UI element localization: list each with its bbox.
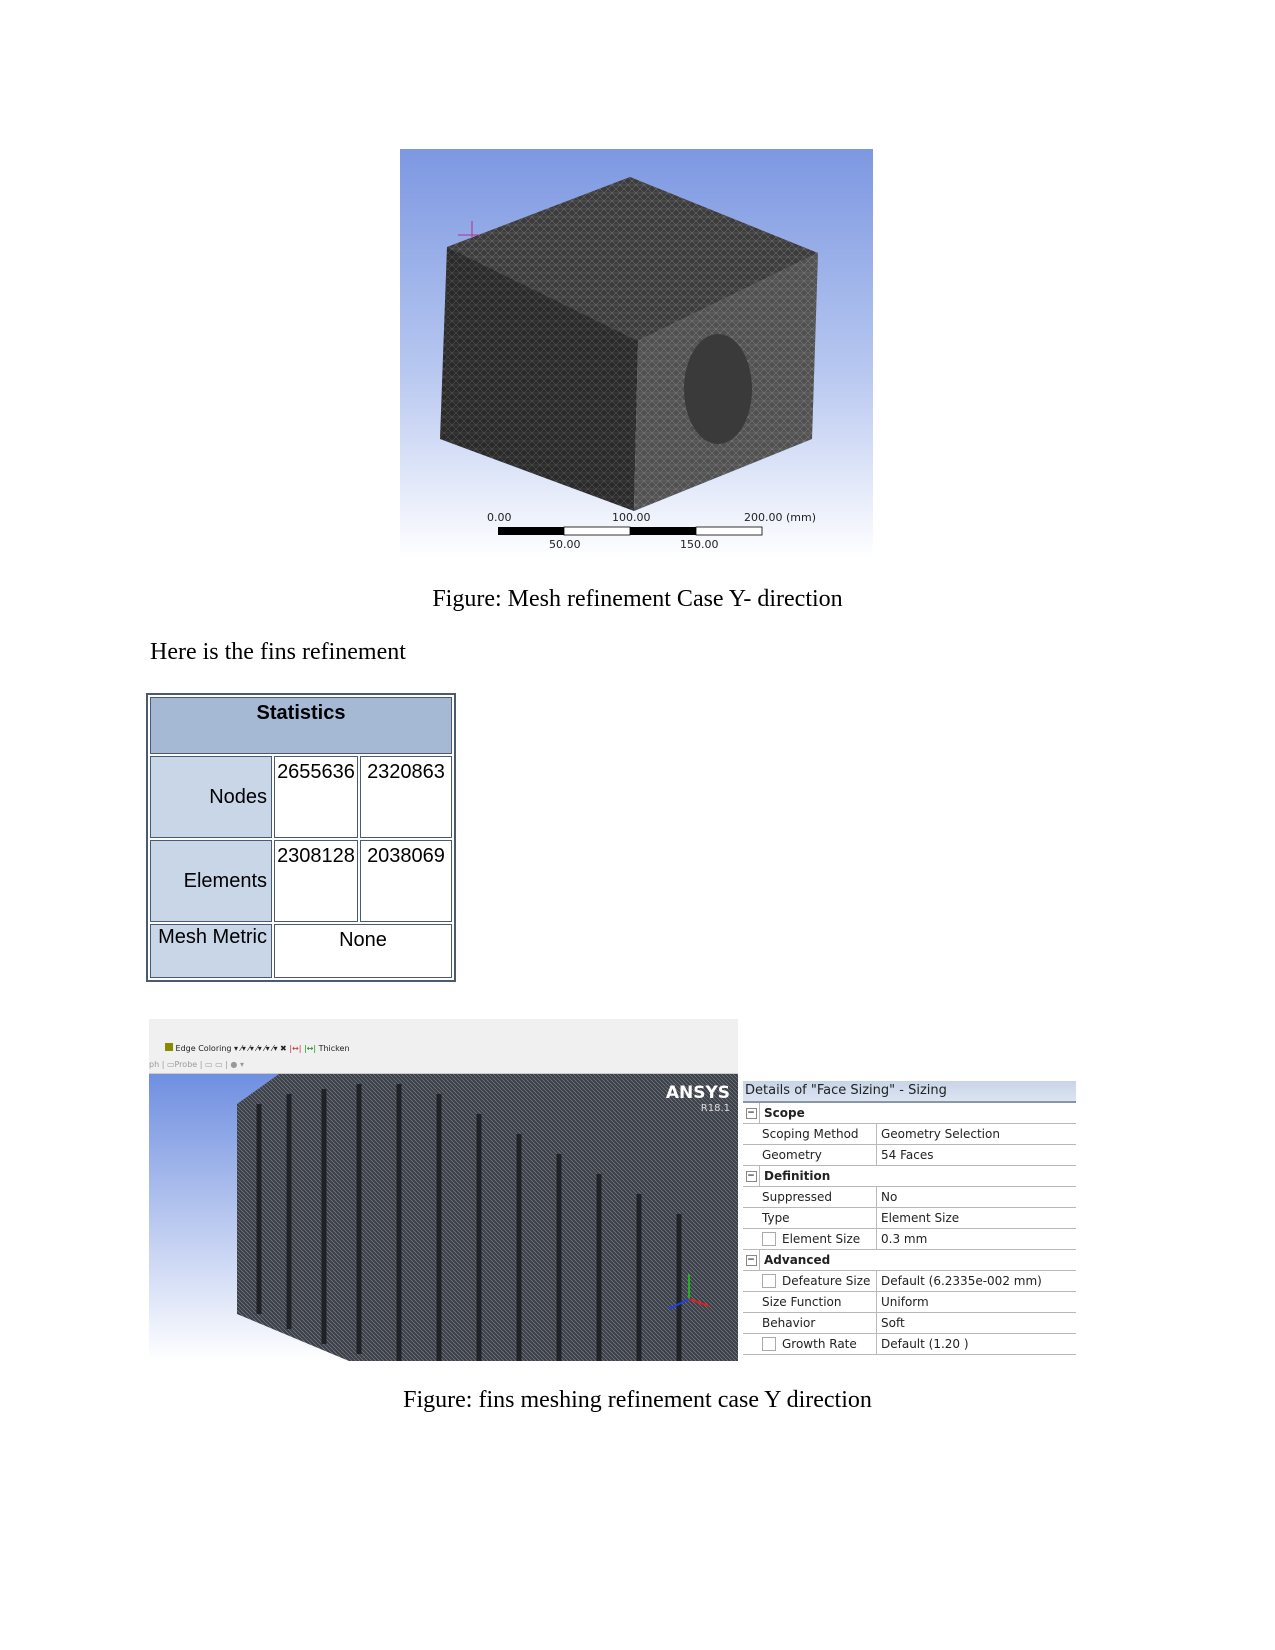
cell-value: None: [274, 924, 452, 978]
fins-mesh-image: [149, 1074, 738, 1361]
cell-value: 2038069: [360, 840, 452, 922]
scale-label: 150.00: [680, 538, 719, 551]
detail-row[interactable]: Size Function Uniform: [743, 1292, 1076, 1313]
cell-value: 2308128: [274, 840, 358, 922]
scale-label: 0.00: [487, 511, 512, 524]
statistics-header: Statistics: [150, 697, 452, 754]
fins-mesh-figure: Edge Coloring ▾ ⁄▾ ⁄▾ ⁄▾ ⁄▾ ⁄▾ ✖ |↔| |↔|…: [149, 1019, 738, 1361]
section-label: Scope: [764, 1106, 805, 1120]
detail-value[interactable]: Soft: [877, 1313, 905, 1333]
detail-row[interactable]: Type Element Size: [743, 1208, 1076, 1229]
detail-value[interactable]: 0.3 mm: [877, 1229, 927, 1249]
figure-caption: Figure: fins meshing refinement case Y d…: [403, 1387, 872, 1413]
detail-row[interactable]: Element Size 0.3 mm: [743, 1229, 1076, 1250]
collapse-icon[interactable]: −: [745, 1107, 757, 1119]
document-page: 0.00 100.00 200.00 (mm) 50.00 150.00 Fig…: [0, 0, 1275, 1650]
section-label: Definition: [764, 1169, 831, 1183]
detail-row[interactable]: Defeature Size Default (6.2335e-002 mm): [743, 1271, 1076, 1292]
parameter-checkbox[interactable]: [762, 1274, 776, 1288]
detail-row[interactable]: Growth Rate Default (1.20 ): [743, 1334, 1076, 1355]
section-definition[interactable]: − Definition: [743, 1166, 1076, 1187]
version-label: R18.1: [700, 1103, 730, 1114]
detail-row[interactable]: Geometry 54 Faces: [743, 1145, 1076, 1166]
thicken-icon: |↔|: [303, 1044, 317, 1053]
cell-value: 2655636: [274, 756, 358, 838]
detail-row[interactable]: Behavior Soft: [743, 1313, 1076, 1334]
parameter-checkbox[interactable]: [762, 1337, 776, 1351]
scale-label: 100.00: [612, 511, 651, 524]
detail-row[interactable]: Scoping Method Geometry Selection: [743, 1124, 1076, 1145]
ansys-logo: ANSYS: [665, 1083, 730, 1103]
collapse-icon[interactable]: −: [745, 1170, 757, 1182]
probe-button[interactable]: Probe: [175, 1060, 198, 1069]
detail-value[interactable]: 54 Faces: [877, 1145, 933, 1165]
toolbar-secondary: ph | ▭Probe | ▭ ▭ | ● ▾: [149, 1057, 738, 1074]
detail-value[interactable]: Geometry Selection: [877, 1124, 1000, 1144]
row-label: Mesh Metric: [150, 924, 272, 978]
thicken-button[interactable]: Thicken: [319, 1044, 350, 1053]
detail-key: Scoping Method: [762, 1127, 859, 1141]
parameter-checkbox[interactable]: [762, 1232, 776, 1246]
section-scope[interactable]: − Scope: [743, 1103, 1076, 1124]
detail-key: Behavior: [762, 1316, 816, 1330]
detail-value[interactable]: Element Size: [877, 1208, 959, 1228]
scale-label: 200.00 (mm): [744, 511, 816, 524]
detail-key: Growth Rate: [782, 1337, 857, 1351]
detail-value[interactable]: Default (1.20 ): [877, 1334, 969, 1354]
detail-key: Size Function: [762, 1295, 842, 1309]
detail-value[interactable]: Uniform: [877, 1292, 929, 1312]
details-panel: Details of "Face Sizing" - Sizing − Scop…: [743, 1081, 1076, 1355]
collapse-icon[interactable]: −: [745, 1254, 757, 1266]
details-title: Details of "Face Sizing" - Sizing: [743, 1081, 1076, 1103]
cell-value: 2320863: [360, 756, 452, 838]
toolbar: Edge Coloring ▾ ⁄▾ ⁄▾ ⁄▾ ⁄▾ ⁄▾ ✖ |↔| |↔|…: [149, 1041, 738, 1057]
edge-coloring-icon: [165, 1043, 173, 1051]
detail-key: Defeature Size: [782, 1274, 871, 1288]
detail-value[interactable]: No: [877, 1187, 897, 1207]
statistics-table: Statistics Nodes 2655636 2320863 Element…: [146, 693, 456, 982]
detail-value[interactable]: Default (6.2335e-002 mm): [877, 1271, 1042, 1291]
row-label: Elements: [150, 840, 272, 922]
figure-caption: Figure: Mesh refinement Case Y- directio…: [432, 586, 843, 612]
detail-key: Type: [762, 1211, 790, 1225]
mesh-cube-figure: 0.00 100.00 200.00 (mm) 50.00 150.00: [400, 149, 873, 559]
detail-row[interactable]: Suppressed No: [743, 1187, 1076, 1208]
graph-button[interactable]: ph: [149, 1060, 159, 1069]
section-label: Advanced: [764, 1253, 831, 1267]
section-advanced[interactable]: − Advanced: [743, 1250, 1076, 1271]
detail-key: Geometry: [762, 1148, 822, 1162]
scale-label: 50.00: [549, 538, 581, 551]
edge-coloring-button[interactable]: Edge Coloring: [176, 1044, 232, 1053]
detail-key: Suppressed: [762, 1190, 833, 1204]
detail-key: Element Size: [782, 1232, 861, 1246]
row-label: Nodes: [150, 756, 272, 838]
mesh-cube-image: [440, 177, 818, 536]
paragraph: Here is the fins refinement: [150, 639, 406, 665]
